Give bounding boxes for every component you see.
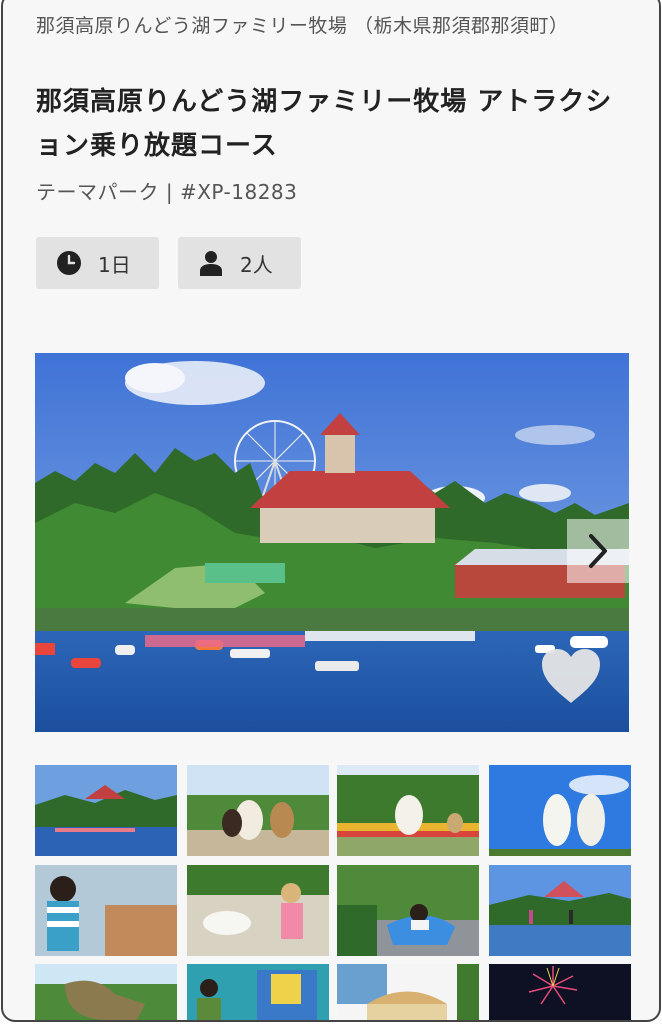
thumbnail-lake-castle[interactable] (489, 865, 631, 956)
listing-title: 那須高原りんどう湖ファミリー牧場 アトラクション乗り放題コース (36, 87, 613, 161)
person-icon (198, 250, 224, 276)
thumbnail-lake-overview[interactable] (35, 765, 177, 856)
hero-photo[interactable] (35, 353, 629, 732)
people-badge: 2人 (178, 237, 301, 289)
thumbnail-boy[interactable] (35, 865, 177, 956)
thumbnail-kiosk[interactable] (187, 964, 329, 1020)
thumbnail-alpacas-sky[interactable] (489, 765, 631, 856)
people-label: 2人 (240, 252, 273, 277)
duration-label: 1日 (98, 252, 131, 277)
thumbnail-girl-goat[interactable] (187, 865, 329, 956)
favorite-button[interactable] (540, 647, 602, 705)
category-and-id: テーマパーク | #XP-18283 (36, 180, 298, 204)
chevron-right-icon (587, 533, 609, 569)
thumbnail-carousel[interactable] (337, 964, 479, 1020)
listing-card: 那須高原りんどう湖ファミリー牧場 （栃木県那須郡那須町） 那須高原りんどう湖ファ… (1, 0, 661, 1022)
location-text: 那須高原りんどう湖ファミリー牧場 （栃木県那須郡那須町） (36, 15, 569, 37)
clock-icon (56, 250, 82, 276)
thumbnail-fireworks[interactable] (489, 964, 631, 1020)
thumbnail-alpacas[interactable] (187, 765, 329, 856)
heart-icon (540, 647, 602, 705)
thumbnail-go-kart[interactable] (337, 865, 479, 956)
thumbnail-alpaca-flowerbed[interactable] (337, 765, 479, 856)
thumbnail-dinosaur[interactable] (35, 964, 177, 1020)
next-photo-button[interactable] (567, 519, 629, 583)
duration-badge: 1日 (36, 237, 159, 289)
